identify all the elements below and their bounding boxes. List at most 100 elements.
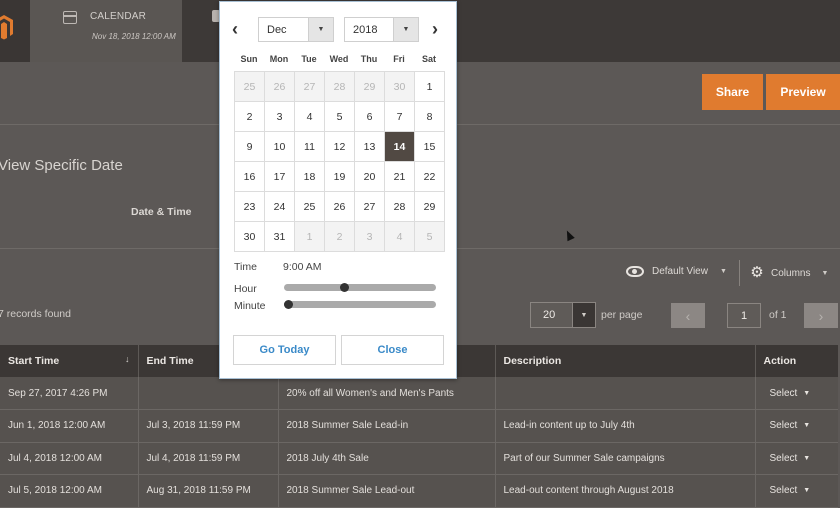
previous-page-button[interactable]: ‹ bbox=[671, 303, 705, 328]
chevron-left-icon: ‹ bbox=[685, 307, 691, 324]
weekday-label: Fri bbox=[393, 54, 405, 64]
close-button[interactable]: Close bbox=[341, 335, 444, 365]
calendar-day[interactable]: 4 bbox=[295, 102, 325, 132]
calendar-day[interactable]: 18 bbox=[295, 162, 325, 192]
row-action-select[interactable]: Select ▼ bbox=[764, 453, 811, 464]
calendar-day[interactable]: 31 bbox=[265, 222, 295, 252]
chevron-right-icon: › bbox=[818, 307, 824, 324]
share-button[interactable]: Share bbox=[702, 74, 763, 110]
next-page-button[interactable]: › bbox=[804, 303, 838, 328]
cell-name: 2018 Summer Sale Lead-in bbox=[278, 409, 496, 443]
hour-slider-handle[interactable] bbox=[339, 283, 349, 292]
calendar-day[interactable]: 25 bbox=[295, 192, 325, 222]
calendar-day[interactable]: 21 bbox=[385, 162, 415, 192]
minute-label: Minute bbox=[234, 300, 266, 312]
columns-dropdown[interactable]: ⚙ Columns ▼ bbox=[750, 264, 828, 281]
columns-label: Columns bbox=[771, 267, 811, 279]
section-title: View Specific Date bbox=[0, 157, 123, 174]
calendar-day[interactable]: 23 bbox=[235, 192, 265, 222]
next-month-button[interactable]: › bbox=[432, 19, 438, 40]
calendar-day[interactable]: 28 bbox=[385, 192, 415, 222]
month-select[interactable]: Dec ▼ bbox=[258, 17, 334, 42]
cell-description: Lead-out content through August 2018 bbox=[495, 474, 756, 508]
cell-description: Lead-in content up to July 4th bbox=[495, 409, 756, 443]
weekday-label: Sat bbox=[421, 54, 436, 64]
column-label: Start Time bbox=[8, 355, 60, 367]
calendar-day[interactable]: 7 bbox=[385, 102, 415, 132]
calendar-day-other-month[interactable]: 27 bbox=[295, 72, 325, 102]
hour-slider[interactable] bbox=[284, 283, 436, 292]
calendar-day[interactable]: 20 bbox=[355, 162, 385, 192]
calendar-day[interactable]: 26 bbox=[325, 192, 355, 222]
cell-name: 2018 July 4th Sale bbox=[278, 442, 496, 475]
calendar-day[interactable]: 13 bbox=[355, 132, 385, 162]
table-row[interactable]: Jul 5, 2018 12:00 AM Aug 31, 2018 11:59 P… bbox=[0, 474, 838, 508]
cell-action: Select ▼ bbox=[755, 377, 838, 410]
calendar-day[interactable]: 2 bbox=[235, 102, 265, 132]
calendar-day-other-month[interactable]: 5 bbox=[415, 222, 445, 252]
calendar-day-other-month[interactable]: 30 bbox=[385, 72, 415, 102]
per-page-value[interactable]: 20 bbox=[531, 303, 572, 327]
default-view-dropdown[interactable]: Default View ▼ bbox=[626, 266, 727, 277]
per-page-label: per page bbox=[601, 309, 643, 321]
cell-start-time: Jul 4, 2018 12:00 AM bbox=[0, 442, 139, 475]
row-action-select[interactable]: Select ▼ bbox=[764, 388, 811, 399]
calendar-day-other-month[interactable]: 1 bbox=[295, 222, 325, 252]
column-label: End Time bbox=[146, 355, 194, 367]
calendar-icon bbox=[63, 11, 77, 24]
row-action-select[interactable]: Select ▼ bbox=[764, 485, 811, 496]
previous-month-button[interactable]: ‹ bbox=[232, 19, 238, 40]
calendar-day[interactable]: 17 bbox=[265, 162, 295, 192]
go-today-button[interactable]: Go Today bbox=[233, 335, 336, 365]
calendar-day-selected[interactable]: 14 bbox=[385, 132, 415, 162]
calendar-day-other-month[interactable]: 3 bbox=[355, 222, 385, 252]
tab-calendar[interactable]: CALENDAR Nov 18, 2018 12:00 AM bbox=[30, 0, 182, 62]
calendar-day[interactable]: 1 bbox=[415, 72, 445, 102]
calendar-day-other-month[interactable]: 4 bbox=[385, 222, 415, 252]
calendar-day[interactable]: 12 bbox=[325, 132, 355, 162]
table-row[interactable]: Sep 27, 2017 4:26 PM 20% off all Women's … bbox=[0, 377, 838, 410]
per-page-select[interactable]: 20 ▼ bbox=[530, 302, 596, 328]
calendar-day-other-month[interactable]: 2 bbox=[325, 222, 355, 252]
calendar-day-other-month[interactable]: 26 bbox=[265, 72, 295, 102]
calendar-day[interactable]: 5 bbox=[325, 102, 355, 132]
calendar-day[interactable]: 15 bbox=[415, 132, 445, 162]
year-select[interactable]: 2018 ▼ bbox=[344, 17, 419, 42]
calendar-day[interactable]: 10 bbox=[265, 132, 295, 162]
cell-end-time: Jul 3, 2018 11:59 PM bbox=[138, 409, 279, 443]
calendar-day[interactable]: 27 bbox=[355, 192, 385, 222]
calendar-day[interactable]: 22 bbox=[415, 162, 445, 192]
row-action-label: Select bbox=[769, 420, 798, 432]
row-action-select[interactable]: Select ▼ bbox=[764, 420, 811, 431]
tab-calendar-label: CALENDAR bbox=[90, 11, 147, 22]
minute-slider-handle[interactable] bbox=[284, 300, 293, 309]
calendar-day-other-month[interactable]: 25 bbox=[235, 72, 265, 102]
calendar-day[interactable]: 19 bbox=[325, 162, 355, 192]
calendar-day[interactable]: 6 bbox=[355, 102, 385, 132]
gear-icon: ⚙ bbox=[750, 264, 764, 281]
table-row[interactable]: Jul 4, 2018 12:00 AM Jul 4, 2018 11:59 PM… bbox=[0, 442, 838, 475]
row-action-label: Select bbox=[769, 387, 798, 399]
calendar-day-other-month[interactable]: 29 bbox=[355, 72, 385, 102]
chevron-down-icon[interactable]: ▼ bbox=[571, 303, 595, 327]
calendar-day[interactable]: 8 bbox=[415, 102, 445, 132]
column-header-start-time[interactable]: Start Time ↓ bbox=[0, 345, 139, 377]
column-header-description[interactable]: Description bbox=[495, 345, 756, 377]
magento-logo-icon bbox=[0, 15, 13, 40]
calendar-day[interactable]: 3 bbox=[265, 102, 295, 132]
calendar-day[interactable]: 11 bbox=[295, 132, 325, 162]
preview-button[interactable]: Preview bbox=[766, 74, 840, 110]
calendar-day[interactable]: 9 bbox=[235, 132, 265, 162]
month-value: Dec bbox=[267, 23, 287, 36]
calendar-day[interactable]: 16 bbox=[235, 162, 265, 192]
minute-slider[interactable] bbox=[284, 300, 436, 309]
page-number-input[interactable]: 1 bbox=[727, 303, 761, 328]
tab-secondary[interactable] bbox=[182, 0, 222, 62]
calendar-day[interactable]: 24 bbox=[265, 192, 295, 222]
calendar-day[interactable]: 30 bbox=[235, 222, 265, 252]
default-view-label: Default View bbox=[652, 266, 708, 277]
chevron-down-icon: ▼ bbox=[719, 268, 727, 275]
calendar-day[interactable]: 29 bbox=[415, 192, 445, 222]
calendar-day-other-month[interactable]: 28 bbox=[325, 72, 355, 102]
table-row[interactable]: Jun 1, 2018 12:00 AM Jul 3, 2018 11:59 PM… bbox=[0, 409, 838, 443]
